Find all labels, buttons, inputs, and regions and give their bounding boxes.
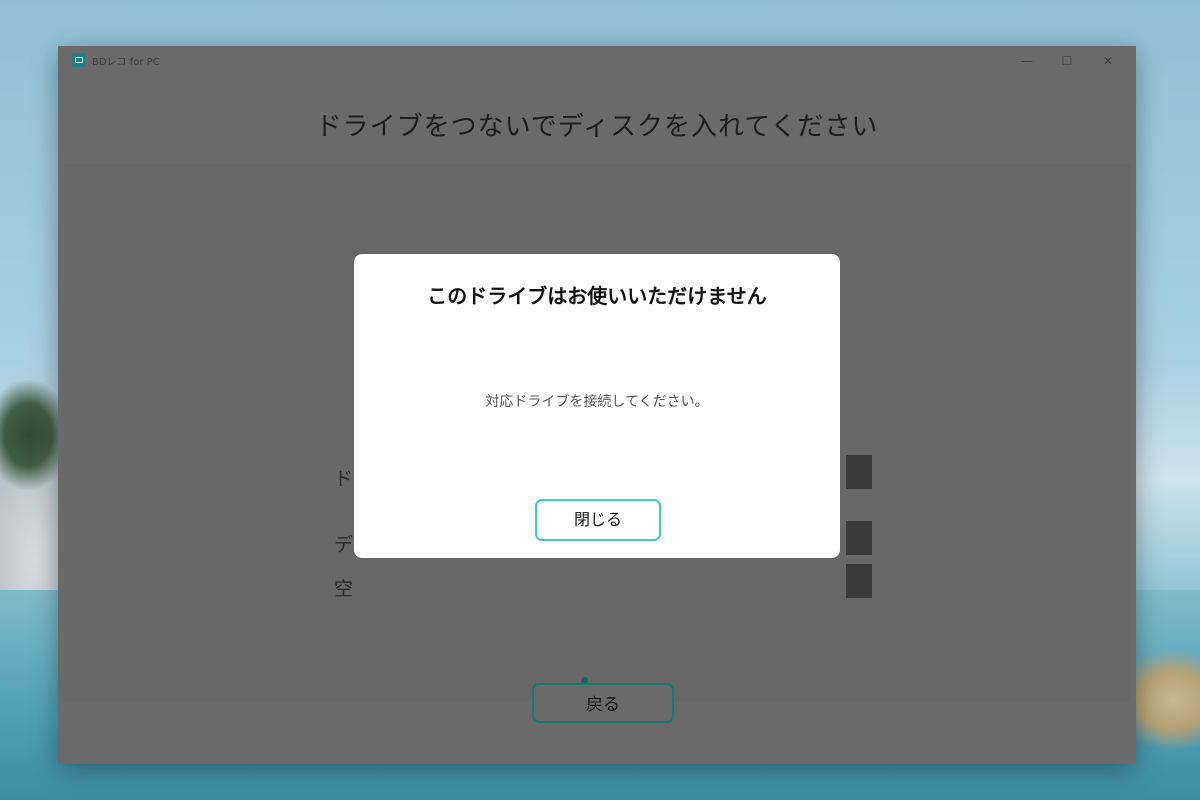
disc-value-box — [846, 521, 872, 555]
error-dialog: このドライブはお使いいただけません 対応ドライブを接続してください。 閉じる — [354, 254, 840, 558]
dialog-title: このドライブはお使いいただけません — [427, 284, 767, 308]
dialog-message: 対応ドライブを接続してください。 — [485, 394, 709, 410]
free-space-label: 空 — [334, 578, 354, 600]
back-button[interactable]: 戻る — [532, 683, 674, 723]
disc-label: デ — [334, 534, 354, 556]
free-space-value-box — [846, 564, 872, 598]
drive-value-box — [846, 455, 872, 489]
maximize-button[interactable]: ☐ — [1053, 50, 1081, 72]
page-title: ドライブをつないでディスクを入れてください — [315, 112, 879, 142]
title-bar[interactable]: BDレコ for PC — ☐ ✕ — [58, 46, 1136, 76]
dialog-close-button[interactable]: 閉じる — [535, 499, 661, 541]
minimize-button[interactable]: — — [1013, 50, 1041, 72]
app-logo-icon — [72, 53, 86, 67]
window-title: BDレコ for PC — [92, 57, 160, 68]
drive-label: ド — [334, 468, 354, 490]
close-window-button[interactable]: ✕ — [1094, 50, 1122, 72]
